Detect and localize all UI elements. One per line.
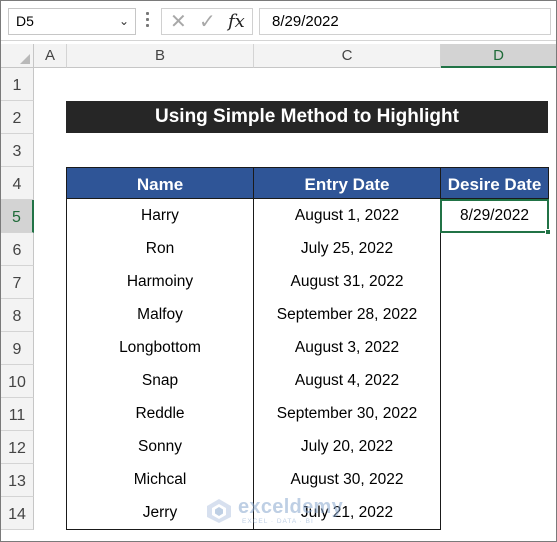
row-header-13[interactable]: 13 bbox=[1, 464, 34, 497]
name-box[interactable]: D5 ⌄ bbox=[8, 8, 136, 35]
row-header-1[interactable]: 1 bbox=[1, 68, 34, 101]
spreadsheet-window: D5 ⌄ ✕ ✓ fx 8/29/2022 A B C D 1 2 3 4 5 … bbox=[0, 0, 557, 542]
active-cell-d5[interactable]: 8/29/2022 bbox=[440, 199, 549, 233]
name-cell[interactable]: Michcal bbox=[66, 463, 254, 497]
entry-date-cell[interactable]: September 28, 2022 bbox=[253, 298, 441, 332]
formula-bar: D5 ⌄ ✕ ✓ fx 8/29/2022 bbox=[1, 1, 556, 41]
entry-date-cell[interactable]: July 25, 2022 bbox=[253, 232, 441, 266]
column-header-c[interactable]: C bbox=[254, 44, 441, 68]
exceldemy-logo-icon bbox=[207, 499, 231, 523]
row-header-14[interactable]: 14 bbox=[1, 497, 34, 530]
name-cell[interactable]: Longbottom bbox=[66, 331, 254, 365]
row-header-3[interactable]: 3 bbox=[1, 134, 34, 167]
column-header-a[interactable]: A bbox=[34, 44, 67, 68]
formula-input[interactable]: 8/29/2022 bbox=[259, 8, 551, 35]
row-header-7[interactable]: 7 bbox=[1, 266, 34, 299]
header-entry-date[interactable]: Entry Date bbox=[253, 167, 441, 199]
header-desire-date[interactable]: Desire Date bbox=[440, 167, 549, 199]
row-header-9[interactable]: 9 bbox=[1, 332, 34, 365]
sheet-title[interactable]: Using Simple Method to Highlight bbox=[66, 101, 548, 133]
entry-date-cell[interactable]: August 3, 2022 bbox=[253, 331, 441, 365]
name-cell[interactable]: Ron bbox=[66, 232, 254, 266]
name-box-value: D5 bbox=[16, 13, 34, 29]
formula-buttons: ✕ ✓ fx bbox=[161, 8, 253, 35]
column-header-b[interactable]: B bbox=[67, 44, 254, 68]
entry-date-cell[interactable]: August 1, 2022 bbox=[253, 199, 441, 233]
entry-date-cell[interactable]: August 31, 2022 bbox=[253, 265, 441, 299]
fill-handle[interactable] bbox=[545, 229, 551, 235]
name-cell[interactable]: Harmoiny bbox=[66, 265, 254, 299]
cancel-icon[interactable]: ✕ bbox=[170, 10, 187, 34]
select-all-corner[interactable] bbox=[1, 44, 34, 68]
exceldemy-watermark: exceldemy EXCEL · DATA · BI bbox=[206, 495, 356, 529]
insert-function-icon[interactable]: fx bbox=[228, 10, 245, 34]
column-header-d[interactable]: D bbox=[441, 44, 556, 68]
name-cell[interactable]: Snap bbox=[66, 364, 254, 398]
row-header-5[interactable]: 5 bbox=[1, 200, 34, 233]
name-cell[interactable]: Sonny bbox=[66, 430, 254, 464]
enter-icon[interactable]: ✓ bbox=[199, 10, 216, 34]
chevron-down-icon[interactable]: ⌄ bbox=[119, 9, 129, 34]
name-cell[interactable]: Malfoy bbox=[66, 298, 254, 332]
row-header-4[interactable]: 4 bbox=[1, 167, 34, 200]
row-header-12[interactable]: 12 bbox=[1, 431, 34, 464]
header-name[interactable]: Name bbox=[66, 167, 254, 199]
entry-date-cell[interactable]: July 20, 2022 bbox=[253, 430, 441, 464]
row-header-2[interactable]: 2 bbox=[1, 101, 34, 134]
entry-date-cell[interactable]: August 4, 2022 bbox=[253, 364, 441, 398]
row-header-11[interactable]: 11 bbox=[1, 398, 34, 431]
row-header-8[interactable]: 8 bbox=[1, 299, 34, 332]
row-header-6[interactable]: 6 bbox=[1, 233, 34, 266]
watermark-brand: exceldemy bbox=[238, 496, 343, 518]
drag-handle-icon[interactable] bbox=[146, 12, 150, 30]
name-cell[interactable]: Reddle bbox=[66, 397, 254, 431]
name-cell[interactable]: Harry bbox=[66, 199, 254, 233]
entry-date-cell[interactable]: September 30, 2022 bbox=[253, 397, 441, 431]
entry-date-cell[interactable]: August 30, 2022 bbox=[253, 463, 441, 497]
row-header-10[interactable]: 10 bbox=[1, 365, 34, 398]
watermark-tagline: EXCEL · DATA · BI bbox=[242, 518, 314, 525]
